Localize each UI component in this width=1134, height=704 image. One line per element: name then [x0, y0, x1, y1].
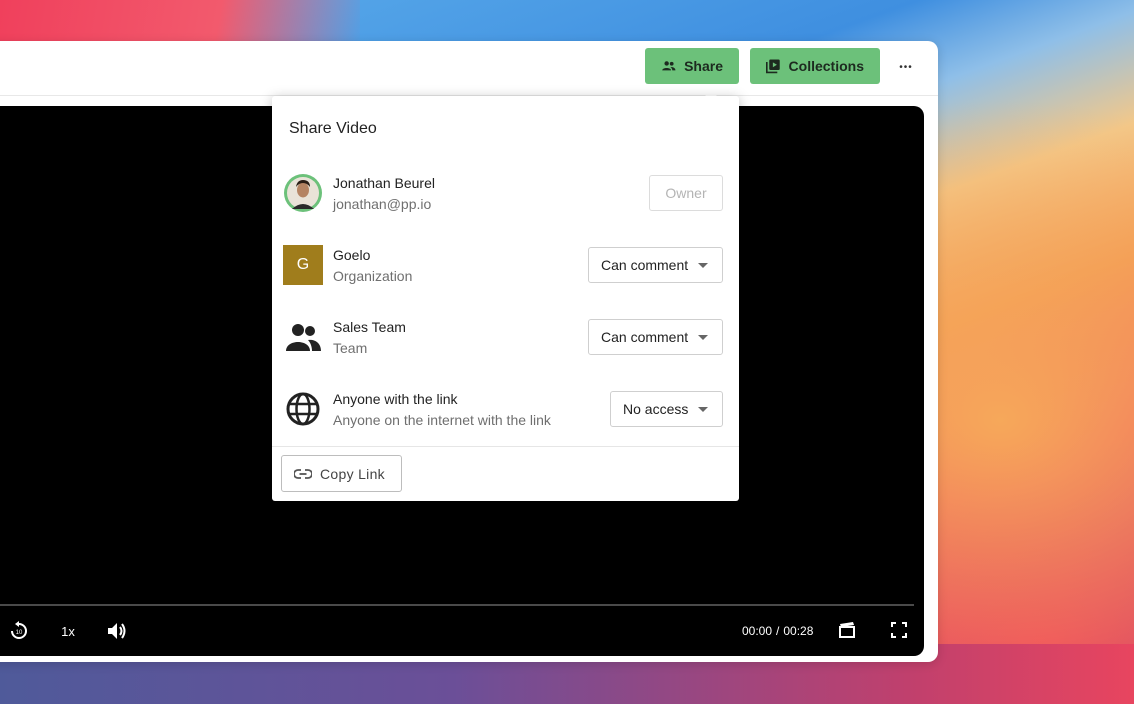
- rewind-10-badge: 10: [16, 630, 23, 636]
- dialog-divider: [272, 446, 739, 447]
- link-icon: [294, 468, 312, 479]
- entry-description: Anyone on the internet with the link: [333, 412, 551, 428]
- more-dots-icon: •••: [899, 61, 913, 73]
- playback-speed-button[interactable]: 1x: [56, 620, 80, 642]
- entry-email: jonathan@pp.io: [333, 196, 432, 212]
- avatar-jonathan: [283, 173, 323, 213]
- fullscreen-icon: [891, 622, 907, 638]
- entry-name: Anyone with the link: [333, 391, 458, 407]
- video-progress-bar[interactable]: [0, 604, 914, 606]
- user-photo-icon: [284, 174, 322, 212]
- entry-type: Team: [333, 340, 368, 356]
- playback-speed-label: 1x: [61, 623, 75, 639]
- team-permission-select[interactable]: Can comment: [588, 319, 723, 355]
- share-video-dialog: Share Video Jonathan Beurel jonathan@pp.…: [272, 96, 739, 501]
- copy-link-label: Copy Link: [320, 465, 385, 482]
- team-avatar: [283, 317, 323, 357]
- volume-button[interactable]: [106, 620, 128, 642]
- current-time: 00:00: [742, 624, 773, 638]
- organization-initial: G: [296, 256, 310, 273]
- rewind-10-icon: 10: [11, 621, 27, 639]
- collections-button-label: Collections: [788, 58, 864, 74]
- toolbar: Share Collections •••: [0, 41, 938, 96]
- time-separator: /: [776, 624, 780, 638]
- clapperboard-icon: [839, 622, 855, 638]
- entry-name: Sales Team: [333, 319, 406, 335]
- globe-icon: [286, 392, 320, 426]
- dropdown-caret-icon: [698, 262, 709, 268]
- share-button[interactable]: Share: [645, 48, 739, 84]
- dropdown-caret-icon: [698, 334, 709, 340]
- total-time: 00:28: [783, 624, 814, 638]
- team-icon: [286, 324, 321, 351]
- time-display: 00:00 / 00:28: [742, 620, 813, 642]
- rewind-10-button[interactable]: 10: [8, 620, 30, 642]
- more-options-button[interactable]: •••: [892, 55, 920, 79]
- entry-name: Goelo: [333, 247, 371, 263]
- share-button-label: Share: [684, 58, 723, 74]
- people-icon: [662, 61, 676, 71]
- share-entry-public-link: Anyone with the link Anyone on the inter…: [283, 389, 723, 431]
- share-entry-team: Sales Team Team Can comment: [283, 317, 723, 359]
- share-entry-owner: Jonathan Beurel jonathan@pp.io Owner: [283, 173, 723, 215]
- fullscreen-button[interactable]: [890, 620, 908, 640]
- collections-button[interactable]: Collections: [750, 48, 880, 84]
- organization-avatar: G: [283, 245, 323, 285]
- permission-value: No access: [623, 401, 689, 417]
- organization-permission-select[interactable]: Can comment: [588, 247, 723, 283]
- globe-avatar: [283, 389, 323, 429]
- video-library-icon: [766, 59, 780, 74]
- entry-name: Jonathan Beurel: [333, 175, 435, 191]
- link-permission-select[interactable]: No access: [610, 391, 723, 427]
- owner-role-badge: Owner: [649, 175, 723, 211]
- permission-value: Can comment: [601, 257, 689, 273]
- volume-icon: [108, 623, 126, 639]
- permission-value: Can comment: [601, 329, 689, 345]
- share-entry-organization: G Goelo Organization Can comment: [283, 245, 723, 287]
- clapperboard-button[interactable]: [838, 620, 856, 640]
- copy-link-button[interactable]: Copy Link: [281, 455, 402, 492]
- entry-type: Organization: [333, 268, 413, 284]
- dialog-title: Share Video: [289, 120, 377, 137]
- dropdown-caret-icon: [698, 406, 709, 412]
